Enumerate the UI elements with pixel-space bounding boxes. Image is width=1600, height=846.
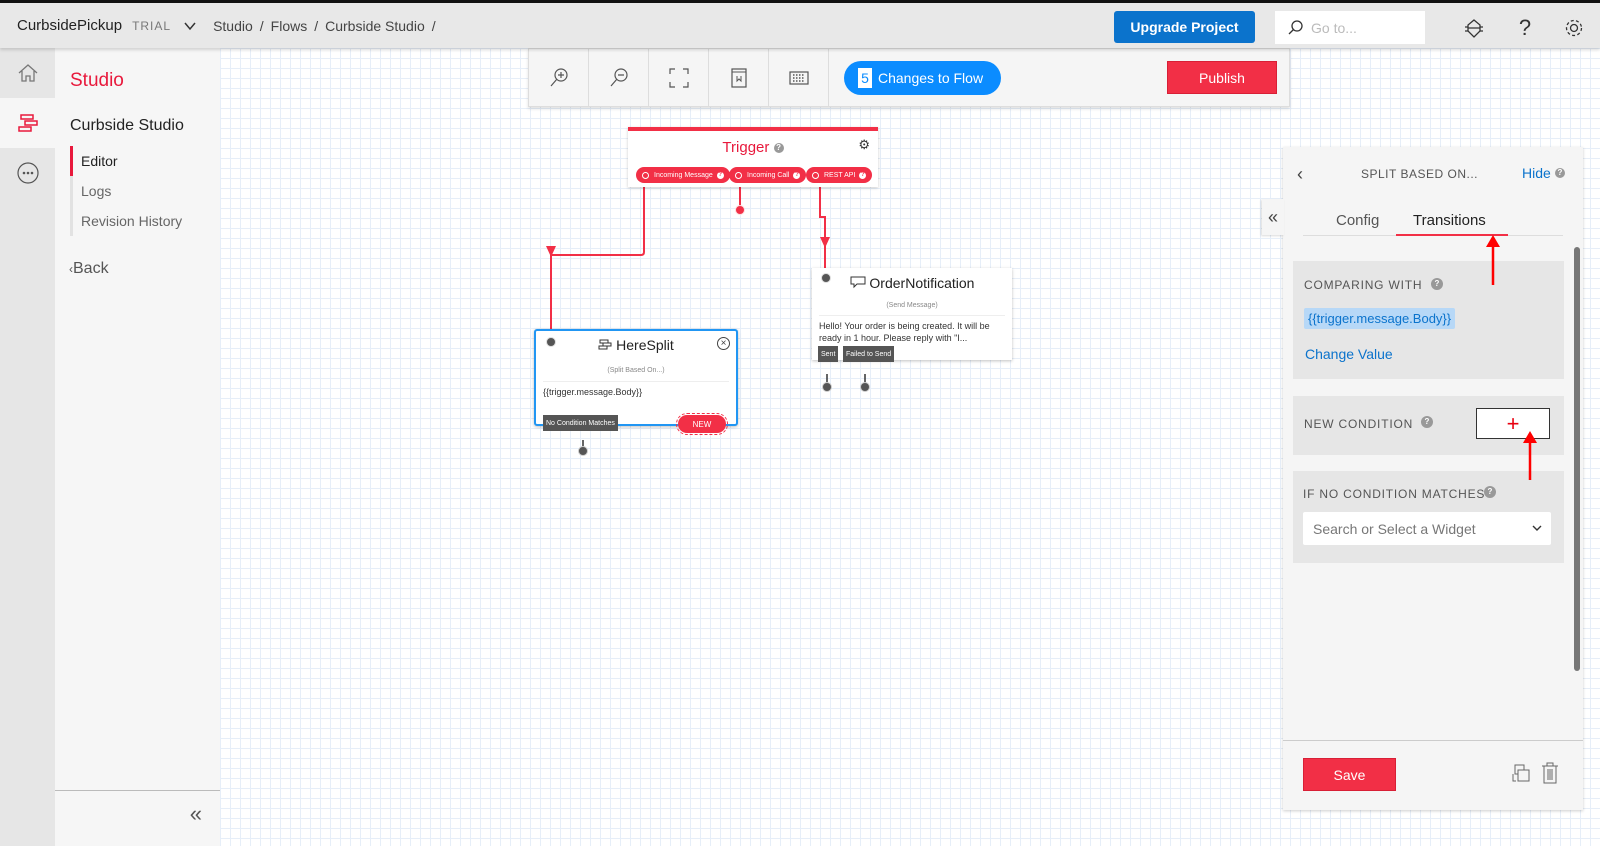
breadcrumb-studio[interactable]: Studio xyxy=(213,18,253,34)
breadcrumb-flows[interactable]: Flows xyxy=(271,18,308,34)
annotation-arrows xyxy=(1486,235,1537,480)
goto-search-input[interactable]: Go to... xyxy=(1275,11,1425,44)
breadcrumb-separator: / xyxy=(259,17,264,34)
arrowhead-icon xyxy=(1523,431,1537,443)
goto-placeholder: Go to... xyxy=(1311,19,1357,36)
breadcrumb-separator: / xyxy=(314,17,319,34)
settings-icon[interactable] xyxy=(1562,16,1586,40)
upgrade-project-button[interactable]: Upgrade Project xyxy=(1114,11,1255,43)
search-icon xyxy=(1288,19,1303,34)
top-bar: CurbsidePickup TRIAL Studio / Flows / Cu… xyxy=(0,0,1600,48)
account-name[interactable]: CurbsidePickup xyxy=(17,17,122,34)
chevron-down-icon[interactable] xyxy=(183,19,197,33)
arrowhead-icon xyxy=(1486,235,1500,247)
breadcrumb-curbside-studio[interactable]: Curbside Studio xyxy=(325,18,425,34)
plan-badge: TRIAL xyxy=(132,18,172,33)
breadcrumb-separator: / xyxy=(431,17,436,34)
bug-icon[interactable] xyxy=(1462,16,1486,40)
help-icon[interactable]: ? xyxy=(1513,15,1537,40)
